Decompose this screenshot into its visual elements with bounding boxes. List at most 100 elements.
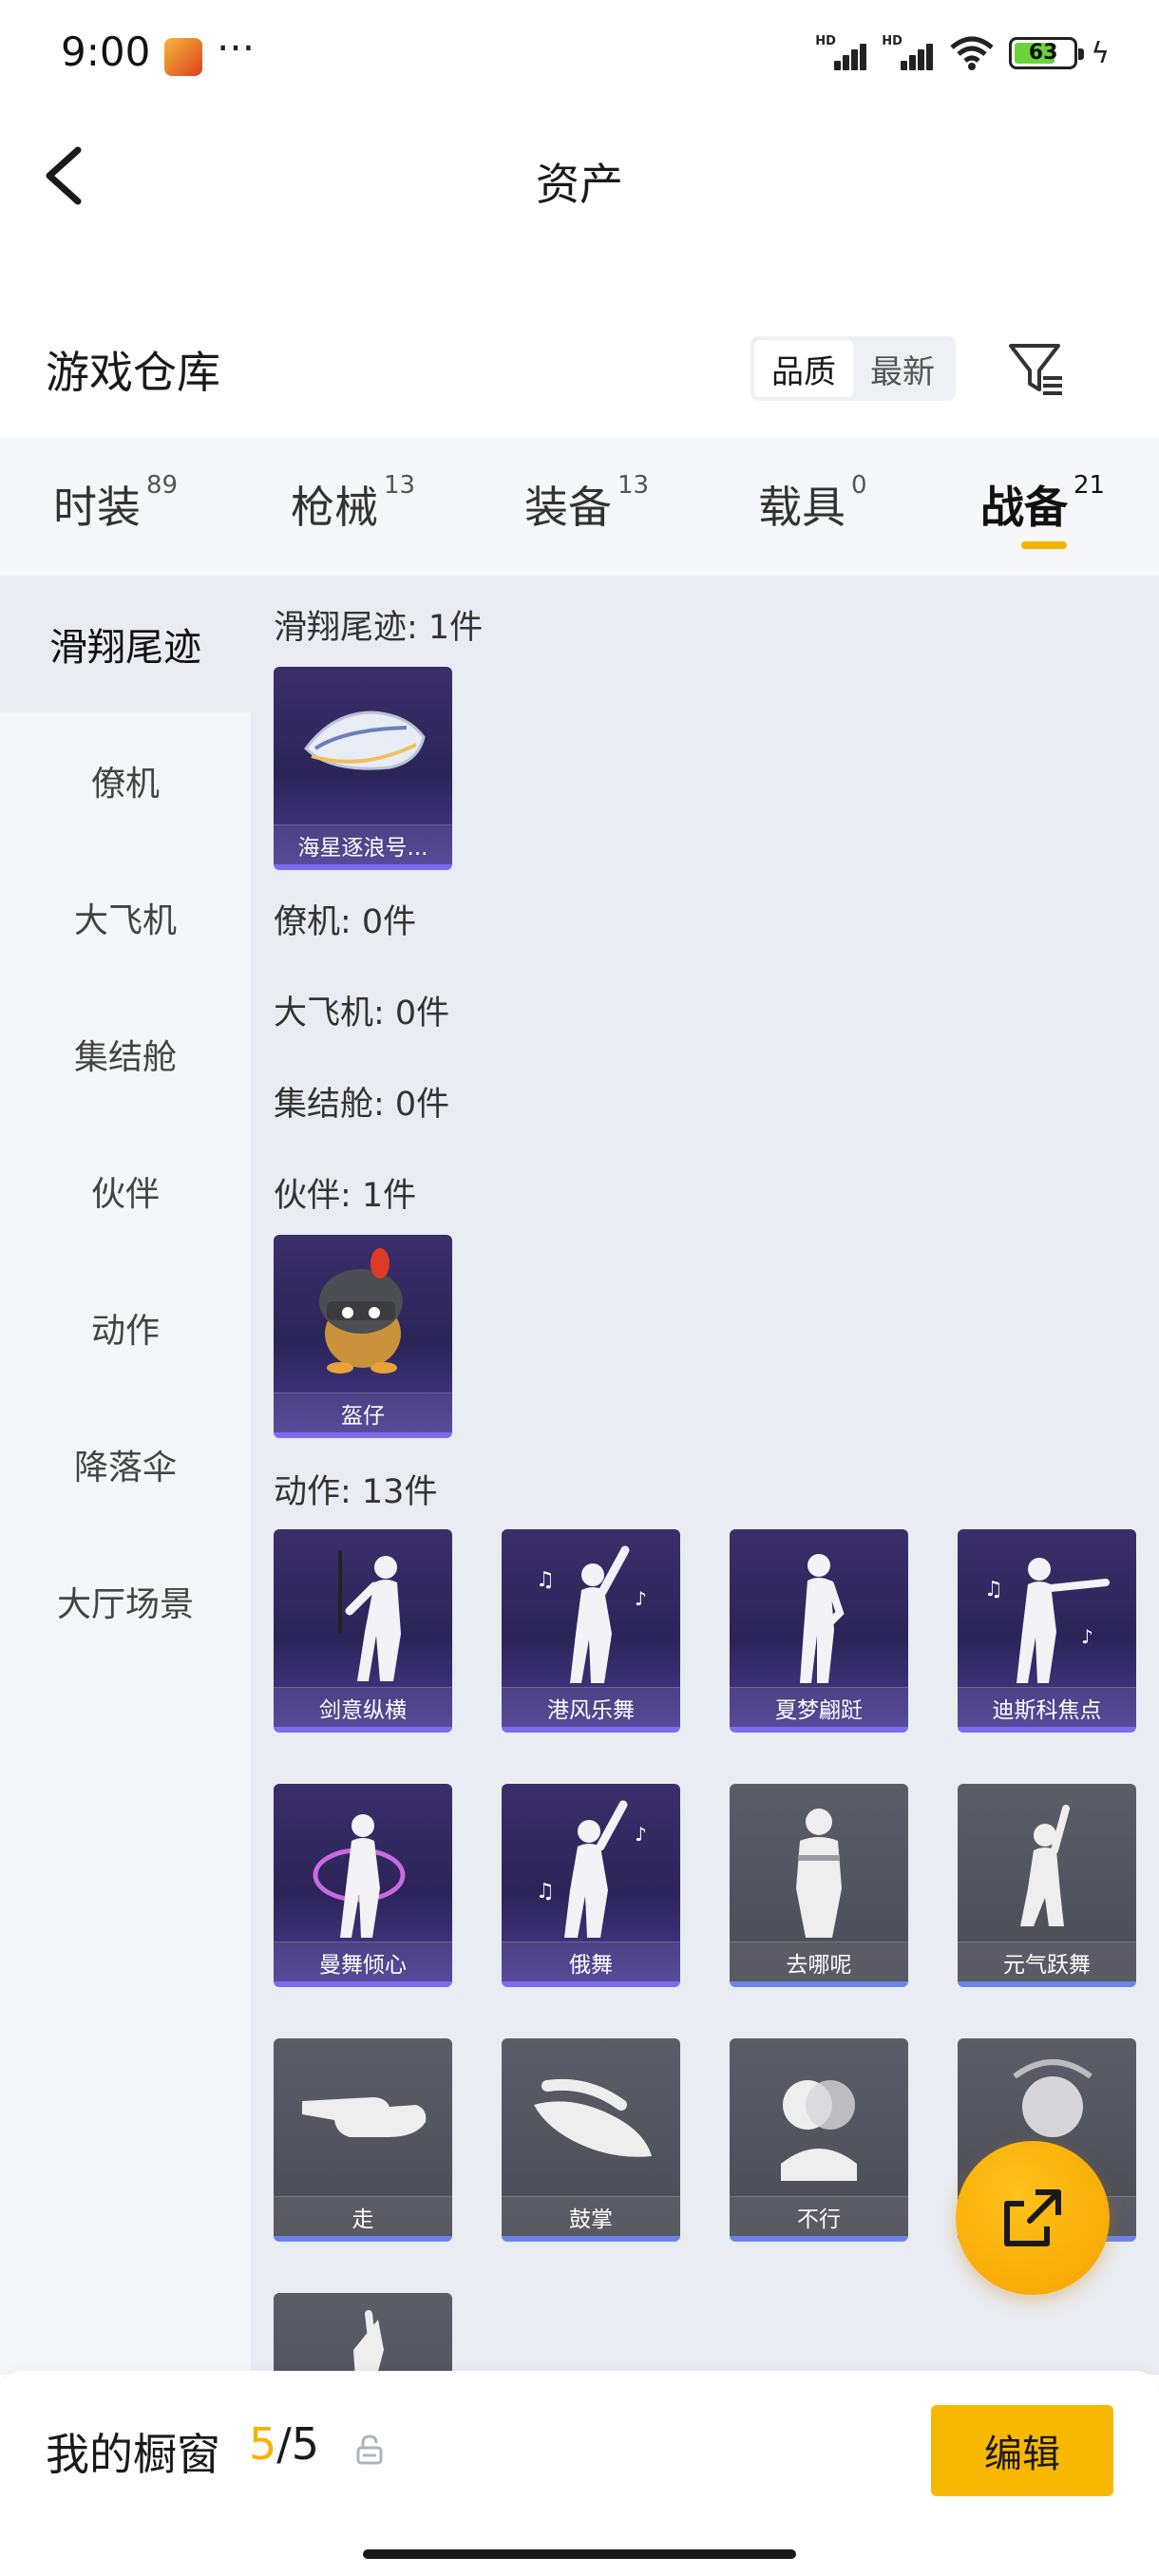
sidenav-item-big-plane[interactable]: 大飞机 bbox=[0, 849, 251, 986]
svg-text:♫: ♫ bbox=[984, 1578, 1003, 1601]
item-name: 海星逐浪号... bbox=[274, 824, 452, 864]
tab-combat-gear[interactable]: 战备 21 bbox=[980, 471, 1106, 533]
showcase-total: /5 bbox=[276, 2418, 320, 2470]
figure-icon bbox=[1020, 1805, 1070, 1926]
tab-label: 装备 bbox=[524, 482, 612, 533]
item-card[interactable]: 夏梦翩跹 bbox=[730, 1529, 908, 1733]
sidenav-item-emote[interactable]: 动作 bbox=[0, 1260, 251, 1396]
dancer-icon bbox=[313, 1814, 406, 1938]
clapping-hands-icon bbox=[534, 2078, 652, 2157]
tab-count: 21 bbox=[1074, 471, 1106, 500]
sidenav-item-lobby-scene[interactable]: 大厅场景 bbox=[0, 1533, 251, 1670]
item-card[interactable]: 鼓掌 bbox=[502, 2038, 680, 2242]
showcase-label: 我的橱窗 bbox=[46, 2429, 220, 2480]
section-label-glide-trail: 滑翔尾迹: 1件 bbox=[274, 609, 484, 647]
item-card[interactable]: ♫ ♪ 俄舞 bbox=[502, 1784, 680, 1987]
item-card[interactable]: 不行 bbox=[730, 2038, 908, 2242]
item-name: 曼舞倾心 bbox=[274, 1941, 452, 1981]
head-shake-icon bbox=[781, 2080, 857, 2181]
wifi-icon bbox=[950, 36, 994, 70]
dancer-icon bbox=[338, 1550, 401, 1681]
sidenav-item-glide-trail[interactable]: 滑翔尾迹 bbox=[0, 576, 251, 712]
active-tab-indicator bbox=[1021, 541, 1067, 549]
showcase-current: 5 bbox=[249, 2418, 277, 2470]
tab-label: 枪械 bbox=[291, 482, 378, 533]
svg-text:♫: ♫ bbox=[536, 1880, 555, 1904]
signal-icon-2: HD bbox=[882, 34, 935, 72]
sort-toggle: 品质 最新 bbox=[750, 336, 956, 401]
item-name: 元气跃舞 bbox=[958, 1941, 1136, 1981]
tab-vehicles[interactable]: 载具 0 bbox=[758, 471, 867, 533]
tab-guns[interactable]: 枪械 13 bbox=[291, 471, 416, 533]
helmet-chick-icon bbox=[319, 1248, 403, 1373]
section-label-partner: 伙伴: 1件 bbox=[274, 1177, 417, 1215]
figure-icon bbox=[796, 1809, 842, 1938]
boat-icon bbox=[304, 710, 426, 770]
hd-label-2: HD bbox=[882, 34, 902, 48]
sort-quality-button[interactable]: 品质 bbox=[754, 340, 853, 397]
item-name: 剑意纵横 bbox=[274, 1687, 452, 1727]
svg-text:♫: ♫ bbox=[536, 1568, 555, 1592]
tab-equipment[interactable]: 装备 13 bbox=[524, 471, 650, 533]
item-name: 盔仔 bbox=[274, 1392, 452, 1432]
status-icons: HD HD 63 ϟ bbox=[815, 34, 1110, 72]
sidenav-item-assembly-pod[interactable]: 集结舱 bbox=[0, 986, 251, 1123]
item-name: 去哪呢 bbox=[730, 1941, 908, 1981]
tab-count: 13 bbox=[618, 471, 650, 500]
item-card[interactable]: ♫ ♪ 迪斯科焦点 bbox=[958, 1529, 1136, 1733]
item-card[interactable]: 剑意纵横 bbox=[274, 1529, 452, 1733]
item-name: 走 bbox=[274, 2196, 452, 2236]
item-card[interactable]: 去哪呢 bbox=[730, 1784, 908, 1987]
tab-count: 0 bbox=[851, 471, 867, 500]
tab-count: 13 bbox=[384, 471, 416, 500]
edit-button[interactable]: 编辑 bbox=[931, 2405, 1113, 2496]
item-card[interactable]: 曼舞倾心 bbox=[274, 1784, 452, 1987]
sidenav-item-partner[interactable]: 伙伴 bbox=[0, 1123, 251, 1260]
app-root: 9:00 ··· HD HD 63 ϟ 资产 游戏仓库 品质 最新 时装 89 … bbox=[0, 0, 1159, 2576]
tab-label: 载具 bbox=[758, 482, 846, 533]
item-card[interactable]: 盔仔 bbox=[274, 1235, 452, 1438]
tab-fashion[interactable]: 时装 89 bbox=[53, 471, 179, 533]
battery-icon: 63 bbox=[1009, 37, 1085, 69]
page-title: 资产 bbox=[536, 159, 623, 210]
item-content: 滑翔尾迹: 1件 海星逐浪号... 僚机: 0件 大飞机: 0件 集结舱: 0件… bbox=[251, 576, 1159, 2375]
svg-text:♪: ♪ bbox=[1081, 1625, 1093, 1648]
item-name: 夏梦翩跹 bbox=[730, 1687, 908, 1727]
warehouse-row: 游戏仓库 品质 最新 bbox=[0, 313, 1159, 418]
item-card[interactable]: ♫ ♪ 港风乐舞 bbox=[502, 1529, 680, 1733]
pointing-hand-icon bbox=[302, 2097, 427, 2137]
sidenav-item-parachute[interactable]: 降落伞 bbox=[0, 1396, 251, 1533]
dancer-icon bbox=[800, 1554, 845, 1683]
signal-icon: HD bbox=[815, 34, 868, 72]
charging-icon: ϟ bbox=[1091, 36, 1110, 70]
item-card[interactable]: 走 bbox=[274, 2038, 452, 2242]
status-bar: 9:00 ··· HD HD 63 ϟ bbox=[0, 0, 1159, 114]
sort-newest-button[interactable]: 最新 bbox=[853, 340, 952, 397]
tab-count: 89 bbox=[146, 471, 179, 500]
item-name: 鼓掌 bbox=[502, 2196, 680, 2236]
header: 资产 bbox=[0, 114, 1159, 237]
share-button[interactable] bbox=[956, 2141, 1110, 2295]
section-label-assembly-pod: 集结舱: 0件 bbox=[274, 1086, 450, 1124]
dancer-icon: ♫♪ bbox=[984, 1558, 1110, 1683]
item-card[interactable] bbox=[274, 2293, 452, 2375]
home-indicator[interactable] bbox=[363, 2549, 796, 2559]
svg-text:♪: ♪ bbox=[635, 1823, 647, 1846]
app-notification-icon bbox=[164, 38, 202, 76]
lock-icon[interactable] bbox=[355, 2434, 384, 2466]
item-card[interactable]: 海星逐浪号... bbox=[274, 667, 452, 870]
item-name: 港风乐舞 bbox=[502, 1687, 680, 1727]
sidenav-item-wingman[interactable]: 僚机 bbox=[0, 712, 251, 849]
dancer-icon: ♫♪ bbox=[536, 1800, 647, 1938]
warehouse-title: 游戏仓库 bbox=[46, 347, 220, 398]
item-card[interactable]: 元气跃舞 bbox=[958, 1784, 1136, 1987]
tab-label: 战备 bbox=[980, 482, 1068, 533]
share-icon bbox=[1004, 2189, 1061, 2246]
filter-icon[interactable] bbox=[1007, 340, 1066, 399]
item-name: 俄舞 bbox=[502, 1941, 680, 1981]
item-name: 不行 bbox=[730, 2196, 908, 2236]
svg-text:♪: ♪ bbox=[635, 1587, 647, 1610]
item-name: 迪斯科焦点 bbox=[958, 1687, 1136, 1727]
dancer-icon: ♫♪ bbox=[536, 1545, 647, 1683]
status-time: 9:00 bbox=[61, 28, 151, 75]
